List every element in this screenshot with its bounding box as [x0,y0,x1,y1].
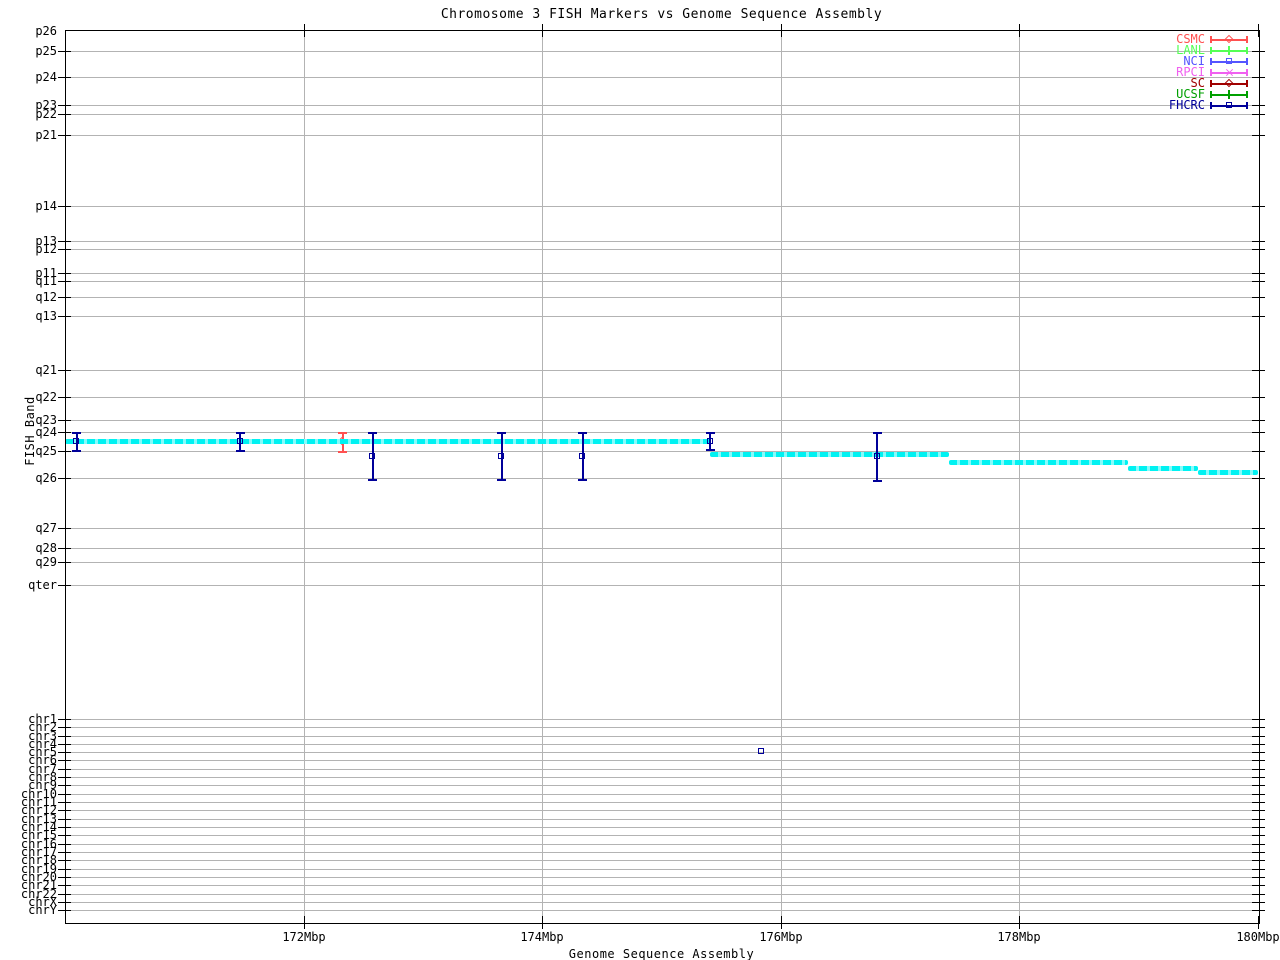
error-bar-cap-top [872,432,882,434]
y-band-label: p21 [35,128,57,142]
y-band-label: q21 [35,363,57,377]
y-band-label: q23 [35,413,57,427]
legend-sample-cap [1210,47,1212,54]
legend-sample-cap [1210,69,1212,76]
error-bar-cap-bottom [235,450,245,452]
legend-item: SC [1090,77,1248,89]
legend-sample-cap [1210,36,1212,43]
y-band-label: q12 [35,290,57,304]
error-bar-cap-top [705,432,715,434]
y-band-label: p26 [35,24,57,38]
legend-item: CSMC [1090,33,1248,45]
fhcrc-marker [758,747,765,754]
legend-sample-cap [1246,36,1248,43]
legend-label: FHCRC [1168,98,1205,112]
error-bar-cap-bottom [578,479,588,481]
legend-sample-cap [1246,102,1248,109]
legend-sample-cap [1210,91,1212,98]
legend-item: FHCRC [1090,98,1248,112]
x-axis-title: Genome Sequence Assembly [568,947,755,960]
y-band-label: q27 [35,521,57,535]
y-band-label: p12 [35,242,57,256]
error-bar-cap-bottom [72,450,82,452]
fhcrc-marker [236,437,243,444]
plot-border [65,30,1260,924]
legend-sample-cap [1246,47,1248,54]
legend-sample-cap [1246,69,1248,76]
legend-sample [1210,90,1248,99]
legend-marker [1223,66,1236,79]
legend-sample-cap [1210,58,1212,65]
error-bar-cap-top [368,432,378,434]
fhcrc-marker [73,437,80,444]
legend-item: NCI [1090,55,1248,67]
fhcrc-marker [706,437,713,444]
y-band-label: qter [28,578,57,592]
y-band-label: q13 [35,309,57,323]
legend-item: LANL [1090,44,1248,56]
legend-sample-cap [1246,58,1248,65]
legend-marker [1224,46,1234,55]
error-bar-cap-bottom [497,479,507,481]
x-tick-label: 172Mbp [282,930,326,944]
x-tick-label: 180Mbp [1236,930,1280,944]
y-band-label: q26 [35,471,57,485]
error-bar-cap-top [497,432,507,434]
legend-sample [1210,68,1248,77]
fhcrc-marker [873,452,880,459]
legend-sample [1210,78,1248,88]
y-band-label: q28 [35,541,57,555]
legend-marker [1224,34,1233,44]
legend-marker [1225,58,1232,64]
legend-item: RPCI [1090,66,1248,78]
y-band-label: p22 [35,107,57,121]
x-tick-label: 174Mbp [520,930,564,944]
y-band-label: q22 [35,390,57,404]
error-bar-cap-top [72,432,82,434]
chart-canvas: Chromosome 3 FISH Markers vs Genome Sequ… [0,0,1280,960]
y-band-label: q25 [35,444,57,458]
fhcrc-marker [498,452,505,459]
y-band-label: q24 [35,425,57,439]
error-bar-cap-bottom [705,449,715,451]
fhcrc-marker [579,452,586,459]
legend-sample [1210,101,1248,110]
y-band-label: q29 [35,555,57,569]
chart-title: Chromosome 3 FISH Markers vs Genome Sequ… [440,7,883,22]
legend-marker [1224,78,1233,88]
y-band-label: q11 [35,274,57,288]
y-band-label: p24 [35,70,57,84]
legend-sample-cap [1210,102,1212,109]
x-tick-label: 178Mbp [997,930,1041,944]
legend-marker-bar [1224,49,1234,52]
legend-sample [1210,34,1248,44]
error-bar-cap-bottom [872,480,882,482]
y-band-label: p14 [35,199,57,213]
legend-sample-cap [1210,80,1212,87]
error-bar-cap-bottom [368,479,378,481]
y-band-label: p25 [35,44,57,58]
x-tick-label: 176Mbp [759,930,803,944]
legend-sample-cap [1246,80,1248,87]
y-band-label: chrY [28,903,57,917]
fhcrc-marker [369,452,376,459]
legend-marker [1225,102,1232,108]
error-bar-cap-top [235,432,245,434]
legend-sample-cap [1246,91,1248,98]
legend-sample [1210,46,1248,55]
error-bar-cap-top [578,432,588,434]
legend-marker [1224,90,1234,99]
legend-marker-bar [1224,93,1234,96]
